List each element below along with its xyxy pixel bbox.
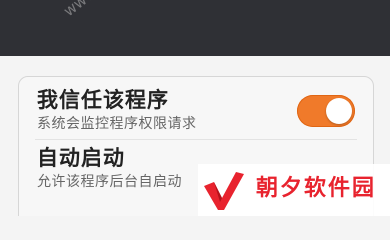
title-bar (0, 0, 390, 56)
toggle-knob (326, 98, 352, 124)
row-divider (35, 139, 357, 140)
brand-watermark: 朝夕软件园 (198, 164, 390, 216)
trust-app-toggle[interactable] (297, 95, 355, 127)
app-settings-screen: 我信任该程序 系统会监控程序权限请求 自动启动 允许该程序后台自启动 www.c… (0, 0, 390, 216)
brand-name: 朝夕软件园 (256, 176, 377, 201)
brand-logo-icon (204, 172, 244, 210)
